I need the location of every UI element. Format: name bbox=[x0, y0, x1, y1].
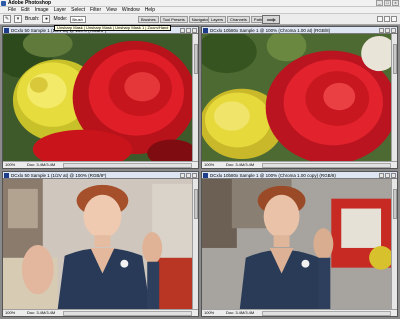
vertical-scrollbar[interactable] bbox=[192, 179, 198, 309]
options-maximize-button[interactable] bbox=[384, 16, 390, 22]
brush-size-icon[interactable]: ● bbox=[42, 15, 51, 23]
document-maximize-button[interactable] bbox=[385, 173, 390, 178]
vertical-scrollbar[interactable] bbox=[391, 179, 397, 309]
document-minimize-button[interactable] bbox=[180, 28, 185, 33]
window-controls: _ □ × bbox=[376, 0, 399, 6]
options-close-button[interactable] bbox=[391, 16, 397, 22]
document-controls bbox=[180, 173, 197, 178]
document-title: DCxlo 50 Sample 1 (1/2V at) @ 100% (RGB/… bbox=[11, 173, 107, 178]
document-title-bar[interactable]: DCxlo 10b80x Sample 1 @ 100% (Chroma 1.0… bbox=[202, 172, 397, 179]
horizontal-scrollbar[interactable] bbox=[262, 163, 391, 168]
document-close-button[interactable] bbox=[192, 28, 197, 33]
document-title-bar[interactable]: DCxlo 50 Sample 1 (1/2V at) @ 100% (RGB/… bbox=[3, 172, 198, 179]
document-close-button[interactable] bbox=[192, 173, 197, 178]
horizontal-scrollbar[interactable] bbox=[262, 311, 391, 316]
menu-view[interactable]: View bbox=[106, 7, 117, 14]
document-controls bbox=[379, 173, 396, 178]
menu-filter[interactable]: Filter bbox=[90, 7, 101, 14]
tool-preset-icon[interactable]: ▾ bbox=[14, 15, 22, 23]
document-maximize-button[interactable] bbox=[385, 28, 390, 33]
options-minimize-button[interactable] bbox=[377, 16, 383, 22]
vertical-scrollbar[interactable] bbox=[192, 34, 198, 161]
horizontal-scrollbar[interactable] bbox=[63, 311, 192, 316]
zoom-level[interactable]: 100% bbox=[204, 162, 218, 168]
menu-edit[interactable]: Edit bbox=[21, 7, 30, 14]
document-controls bbox=[180, 28, 197, 33]
document-icon bbox=[203, 28, 208, 33]
document-size: Doc: 3.4M/3.4M bbox=[226, 310, 255, 315]
tab-brushes[interactable]: Brushes bbox=[138, 16, 159, 23]
flowers-image[interactable] bbox=[202, 34, 391, 161]
menu-select[interactable]: Select bbox=[71, 7, 85, 14]
go-to-imageready-button[interactable] bbox=[262, 15, 280, 24]
palette-well-left: Brushes Tool Presets Navigator bbox=[138, 16, 212, 23]
document-status-bar: 100% Doc: 3.4M/3.4M bbox=[202, 309, 397, 316]
figurine-image[interactable] bbox=[3, 179, 192, 309]
tab-tool-presets[interactable]: Tool Presets bbox=[159, 16, 188, 23]
vertical-scrollbar[interactable] bbox=[391, 34, 397, 161]
menu-layer[interactable]: Layer bbox=[54, 7, 67, 14]
scroll-thumb[interactable] bbox=[194, 189, 198, 219]
document-window-4[interactable]: DCxlo 10b80x Sample 1 @ 100% (Chroma 1.0… bbox=[201, 171, 398, 317]
palette-well-right: Layers Channels Paths bbox=[208, 16, 268, 23]
tab-channels[interactable]: Channels bbox=[227, 16, 250, 23]
menu-image[interactable]: Image bbox=[35, 7, 49, 14]
document-maximize-button[interactable] bbox=[186, 28, 191, 33]
arrow-right-icon bbox=[267, 18, 276, 22]
close-button[interactable]: × bbox=[392, 0, 399, 6]
document-size: Doc: 3.4M/3.4M bbox=[27, 310, 56, 315]
document-window-2[interactable]: DCxlo 10b80x Sample 1 @ 100% (Chroma 1.0… bbox=[201, 26, 398, 169]
document-title-bar[interactable]: DCxlo 10b80x Sample 1 @ 100% (Chroma 1.0… bbox=[202, 27, 397, 34]
document-title: DCxlo 10b80x Sample 1 @ 100% (Chroma 1.0… bbox=[210, 173, 336, 178]
tab-layers[interactable]: Layers bbox=[208, 16, 227, 23]
document-status-bar: 100% Doc: 3.4M/3.4M bbox=[3, 309, 198, 316]
minimize-button[interactable]: _ bbox=[376, 0, 383, 6]
brush-label: Brush: bbox=[25, 16, 40, 22]
document-controls bbox=[379, 28, 396, 33]
scroll-thumb[interactable] bbox=[194, 44, 198, 74]
menu-help[interactable]: Help bbox=[145, 7, 155, 14]
photoshop-app-icon bbox=[1, 1, 6, 6]
document-size: Doc: 3.4M/3.4M bbox=[27, 162, 56, 167]
zoom-level[interactable]: 100% bbox=[5, 310, 19, 316]
scroll-thumb[interactable] bbox=[393, 189, 397, 219]
document-minimize-button[interactable] bbox=[379, 173, 384, 178]
menu-window[interactable]: Window bbox=[122, 7, 140, 14]
document-status-bar: 100% Doc: 3.4M/3.4M bbox=[202, 161, 397, 168]
mode-label: Mode: bbox=[53, 16, 68, 22]
document-window-1[interactable]: DCxlo 50 Sample 1 (1/2V at) @ 100% (RGB/… bbox=[2, 26, 199, 169]
document-minimize-button[interactable] bbox=[180, 173, 185, 178]
brush-tool-icon[interactable]: ✎ bbox=[3, 15, 11, 23]
flowers-image[interactable] bbox=[3, 34, 192, 161]
document-close-button[interactable] bbox=[391, 173, 396, 178]
document-icon bbox=[203, 173, 208, 178]
figurine-image[interactable] bbox=[202, 179, 391, 309]
document-icon bbox=[4, 173, 9, 178]
options-bar: ✎ ▾ Brush: ● Mode: Brush Brushes Tool Pr… bbox=[0, 14, 400, 25]
zoom-level[interactable]: 100% bbox=[204, 310, 218, 316]
document-icon bbox=[4, 28, 9, 33]
document-title: DCxlo 10b80x Sample 1 @ 100% (Chroma 1.0… bbox=[210, 28, 331, 33]
zoom-level[interactable]: 100% bbox=[5, 162, 19, 168]
document-status-bar: 100% Doc: 3.4M/3.4M bbox=[3, 161, 198, 168]
document-minimize-button[interactable] bbox=[379, 28, 384, 33]
document-maximize-button[interactable] bbox=[186, 173, 191, 178]
options-bar-controls bbox=[377, 16, 397, 22]
history-tooltip: Unsharp Mask | Unsharp Mask | Unsharp Ma… bbox=[54, 25, 172, 31]
menu-file[interactable]: File bbox=[8, 7, 16, 14]
document-window-3[interactable]: DCxlo 50 Sample 1 (1/2V at) @ 100% (RGB/… bbox=[2, 171, 199, 317]
menu-bar: File Edit Image Layer Select Filter View… bbox=[0, 7, 400, 14]
document-size: Doc: 3.4M/3.4M bbox=[226, 162, 255, 167]
document-close-button[interactable] bbox=[391, 28, 396, 33]
horizontal-scrollbar[interactable] bbox=[63, 163, 192, 168]
scroll-thumb[interactable] bbox=[393, 44, 397, 74]
mode-select[interactable]: Brush bbox=[70, 15, 87, 23]
maximize-button[interactable]: □ bbox=[384, 0, 391, 6]
